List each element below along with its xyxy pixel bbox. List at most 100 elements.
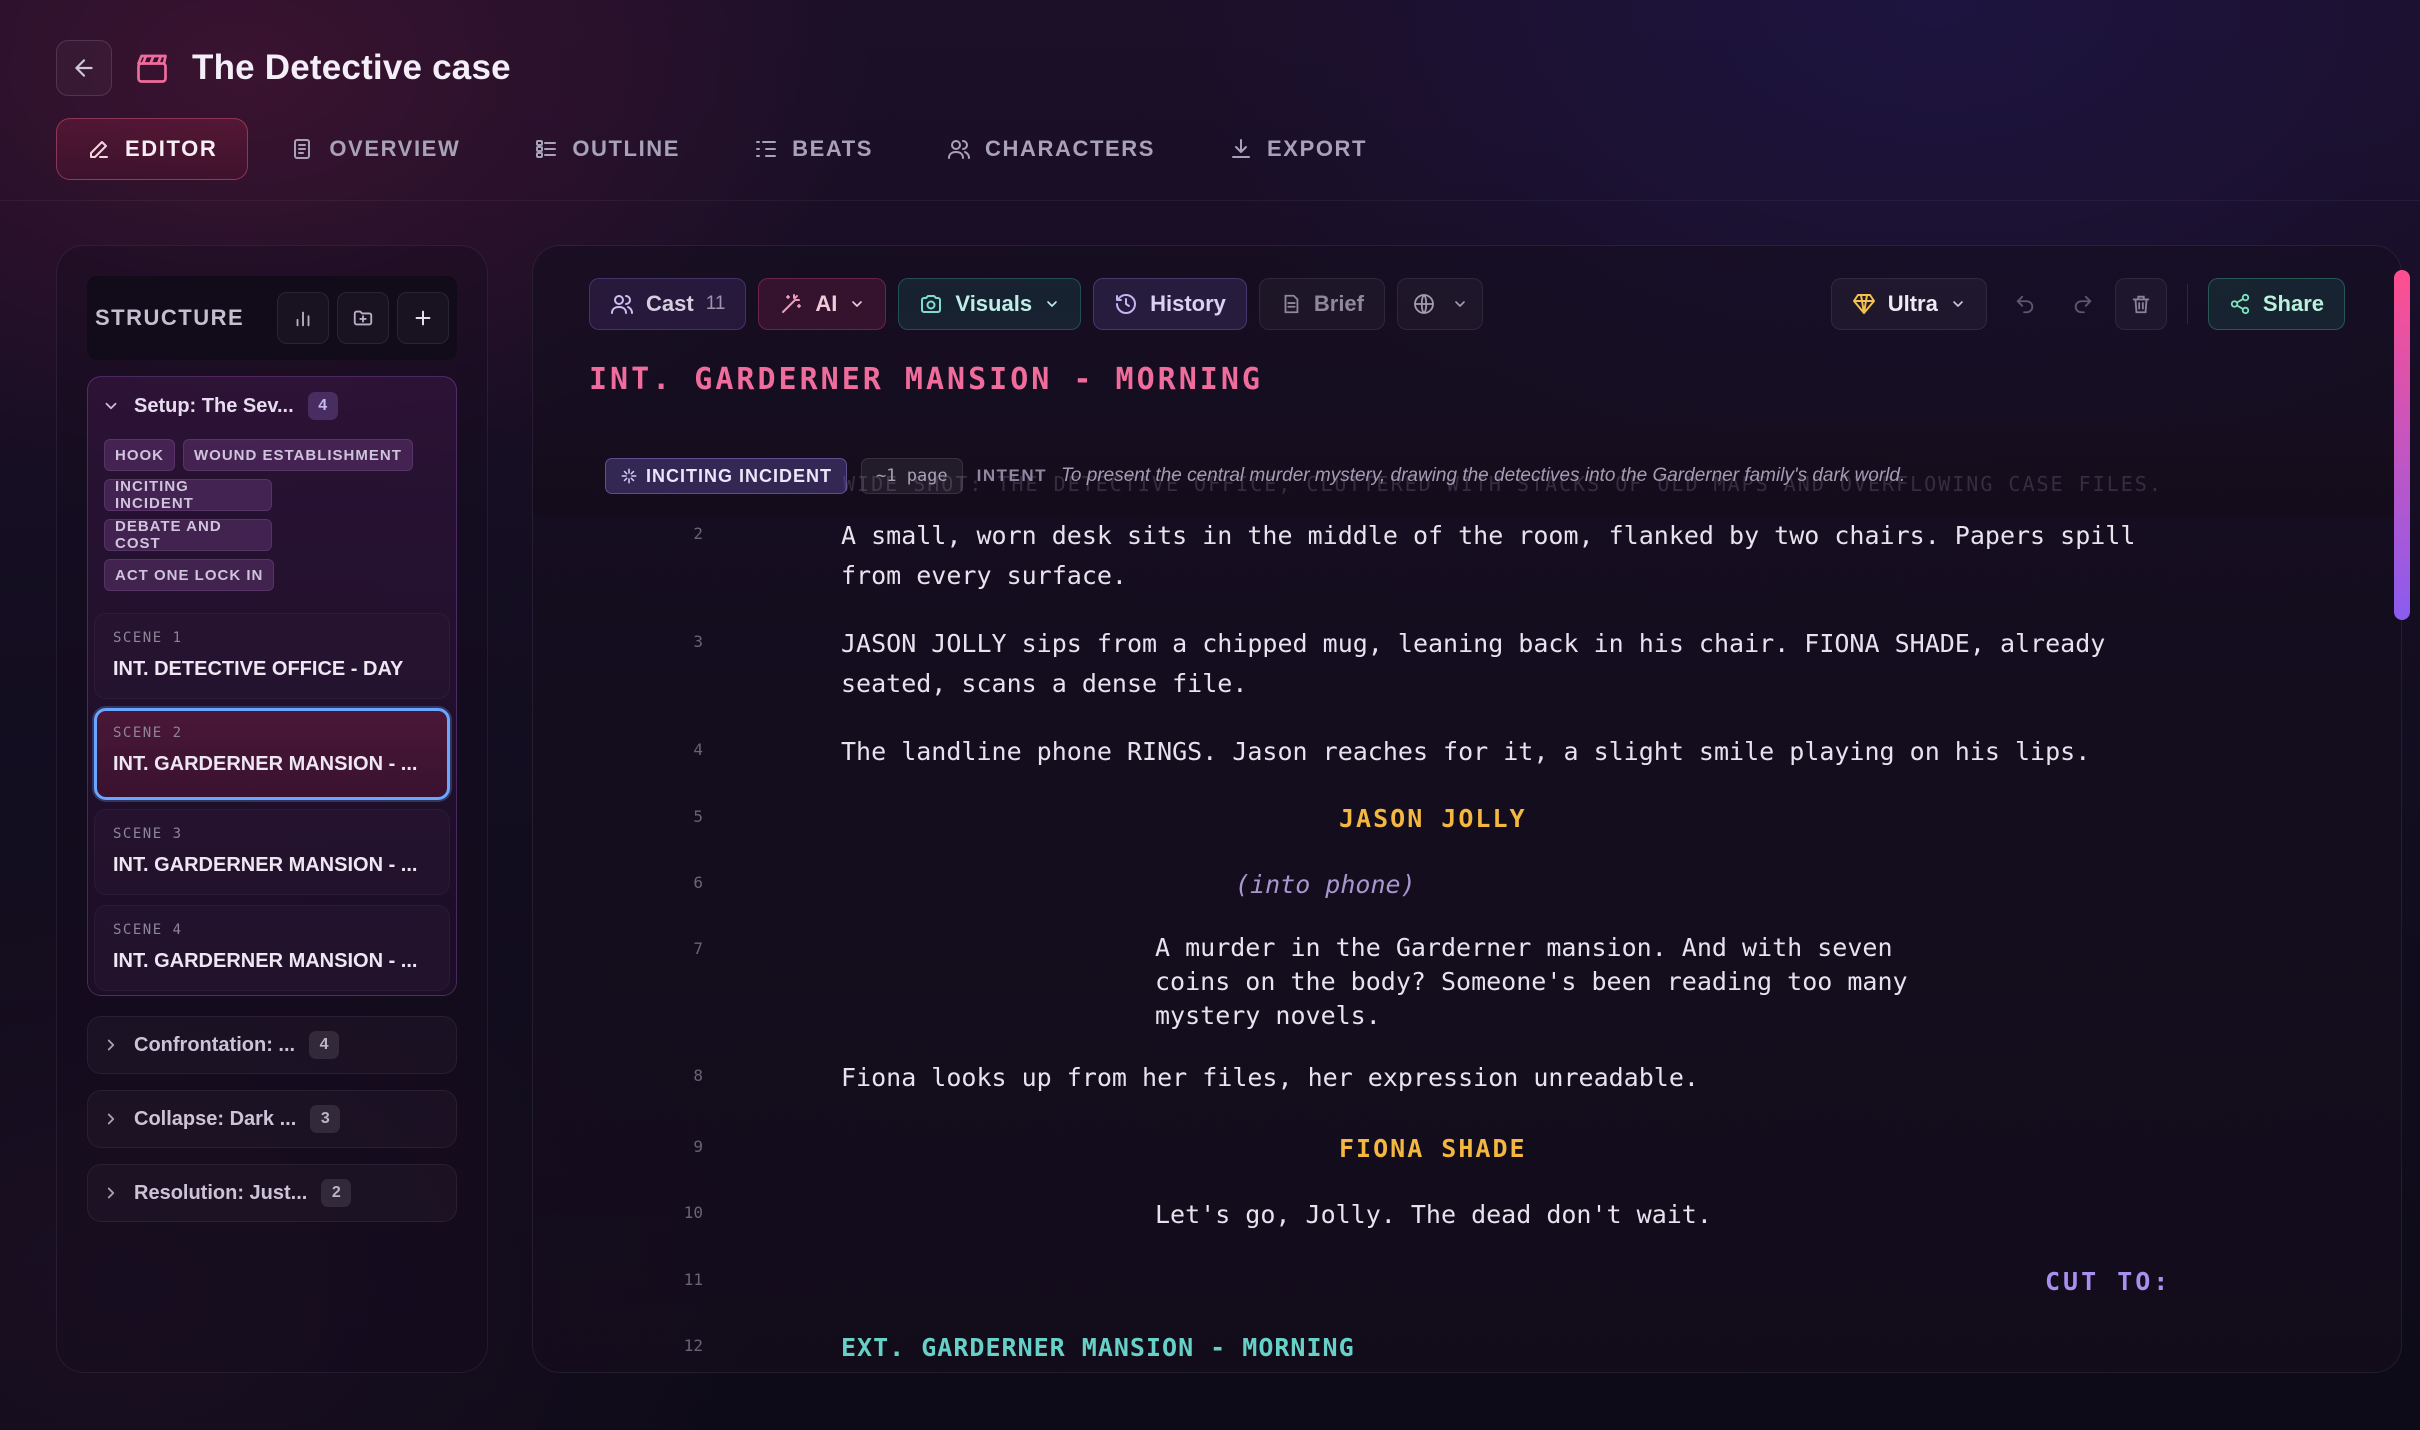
scene-title: INT. GARDERNER MANSION - ... bbox=[113, 950, 418, 972]
scene-number: SCENE 4 bbox=[113, 922, 183, 938]
scene-card[interactable]: SCENE 4 INT. GARDERNER MANSION - ... bbox=[94, 905, 450, 991]
visuals-button[interactable]: Visuals bbox=[898, 278, 1082, 330]
chevron-right-icon bbox=[107, 1187, 115, 1199]
act-group-collapse[interactable]: Collapse: Dark ... 3 bbox=[87, 1090, 457, 1148]
sparkle-icon bbox=[621, 468, 637, 484]
tab-label: OVERVIEW bbox=[329, 136, 461, 161]
undo-button[interactable] bbox=[1999, 278, 2051, 330]
ai-button[interactable]: AI bbox=[758, 278, 887, 330]
action-line[interactable]: JASON JOLLY sips from a chipped mug, lea… bbox=[841, 624, 2241, 704]
act-group-resolution[interactable]: Resolution: Just... 2 bbox=[87, 1164, 457, 1222]
beat-chip[interactable]: WOUND ESTABLISHMENT bbox=[183, 439, 413, 471]
structure-header: STRUCTURE bbox=[87, 276, 457, 360]
camera-icon bbox=[921, 295, 942, 313]
scene-intent-row: INCITING INCIDENT ~1 page INTENT To pres… bbox=[605, 458, 1905, 494]
page-title: The Detective case bbox=[192, 48, 511, 87]
redo-button[interactable] bbox=[2057, 278, 2109, 330]
folder-plus-icon bbox=[353, 310, 373, 326]
scene-count-badge: 4 bbox=[307, 392, 338, 420]
action-line[interactable]: A small, worn desk sits in the middle of… bbox=[841, 516, 2241, 596]
beat-chip[interactable]: DEBATE AND COST bbox=[104, 518, 272, 552]
action-line[interactable]: The landline phone RINGS. Jason reaches … bbox=[841, 732, 2241, 772]
visuals-label: Visuals bbox=[955, 291, 1033, 316]
back-button[interactable] bbox=[56, 40, 112, 96]
character-name[interactable]: FIONA SHADE bbox=[1339, 1129, 1527, 1169]
line-number: 11 bbox=[683, 1270, 703, 1289]
ai-label: AI bbox=[815, 291, 838, 316]
line-number: 5 bbox=[693, 807, 703, 826]
scene-heading[interactable]: INT. GARDERNER MANSION - MORNING bbox=[589, 362, 1263, 397]
scene-card[interactable]: SCENE 3 INT. GARDERNER MANSION - ... bbox=[94, 809, 450, 895]
tab-label: EDITOR bbox=[125, 136, 218, 161]
intent-text: To present the central murder mystery, d… bbox=[1061, 465, 1906, 486]
tab-overview[interactable]: OVERVIEW bbox=[260, 118, 491, 180]
tab-beats[interactable]: BEATS bbox=[723, 118, 904, 180]
beat-chip[interactable]: INCITING INCIDENT bbox=[104, 478, 272, 512]
magic-wand-icon bbox=[782, 294, 802, 313]
cast-label: Cast bbox=[646, 291, 694, 316]
editor-scrollbar[interactable] bbox=[2394, 270, 2410, 620]
clapperboard-icon bbox=[137, 54, 167, 83]
file-text-icon bbox=[1284, 294, 1299, 314]
act-group-confrontation[interactable]: Confrontation: ... 4 bbox=[87, 1016, 457, 1074]
add-folder-button[interactable] bbox=[337, 292, 389, 344]
structure-sidebar: STRUCTURE Setup: The Sev... 4 HOOK WOUND… bbox=[56, 245, 488, 1373]
redo-icon bbox=[2074, 295, 2092, 314]
scene-heading-next[interactable]: EXT. GARDERNER MANSION - MORNING bbox=[841, 1328, 1355, 1368]
action-line[interactable]: Fiona looks up from her files, her expre… bbox=[841, 1058, 2241, 1098]
users-icon bbox=[611, 295, 633, 314]
delete-button[interactable] bbox=[2114, 278, 2167, 330]
scene-title: INT. DETECTIVE OFFICE - DAY bbox=[113, 658, 404, 680]
character-name[interactable]: JASON JOLLY bbox=[1339, 799, 1527, 839]
chevron-down-icon bbox=[1953, 301, 1963, 307]
share-button[interactable]: Share bbox=[2207, 278, 2345, 330]
scene-title: INT. GARDERNER MANSION - ... bbox=[113, 753, 418, 775]
chevron-down-icon bbox=[852, 301, 863, 307]
line-number: 3 bbox=[693, 632, 703, 651]
toolbar-separator bbox=[2186, 284, 2188, 324]
transition-line[interactable]: CUT TO: bbox=[2045, 1262, 2171, 1302]
brief-label: Brief bbox=[1313, 291, 1364, 316]
stats-button[interactable] bbox=[277, 292, 329, 344]
history-icon bbox=[1116, 293, 1137, 314]
tab-export[interactable]: EXPORT bbox=[1198, 118, 1398, 180]
chevron-down-icon bbox=[1047, 301, 1057, 307]
document-icon bbox=[294, 139, 311, 159]
tab-editor[interactable]: EDITOR bbox=[56, 118, 249, 180]
brief-button[interactable]: Brief bbox=[1258, 278, 1385, 330]
act-group-title: Resolution: Just... bbox=[134, 1181, 308, 1204]
tab-outline[interactable]: OUTLINE bbox=[503, 118, 711, 180]
cast-count: 11 bbox=[705, 293, 726, 314]
beat-tag[interactable]: INCITING INCIDENT bbox=[605, 458, 847, 494]
main-tabs: EDITOR OVERVIEW OUTLINE BEATS CHARACTERS… bbox=[56, 118, 1398, 180]
add-scene-button[interactable] bbox=[397, 292, 449, 344]
download-icon bbox=[1232, 139, 1251, 158]
act-group-setup: Setup: The Sev... 4 HOOK WOUND ESTABLISH… bbox=[87, 376, 457, 996]
chevron-down-icon bbox=[105, 402, 117, 410]
scene-count-badge: 3 bbox=[310, 1105, 341, 1133]
dialogue-line[interactable]: A murder in the Garderner mansion. And w… bbox=[1155, 931, 1955, 1033]
dialogue-line[interactable]: Let's go, Jolly. The dead don't wait. bbox=[1155, 1195, 1955, 1235]
tab-characters[interactable]: CHARACTERS bbox=[916, 118, 1186, 180]
chevron-down-icon bbox=[1455, 301, 1465, 307]
language-button[interactable] bbox=[1397, 278, 1483, 330]
parenthetical[interactable]: (into phone) bbox=[1235, 865, 1416, 905]
act-group-title: Setup: The Sev... bbox=[134, 394, 294, 417]
model-tier-dropdown[interactable]: Ultra bbox=[1830, 278, 1987, 330]
scene-card-selected[interactable]: SCENE 2 INT. GARDERNER MANSION - ... bbox=[94, 708, 450, 800]
structure-label: STRUCTURE bbox=[95, 305, 245, 330]
beat-chip[interactable]: HOOK bbox=[104, 439, 175, 471]
act-group-title: Confrontation: ... bbox=[134, 1033, 296, 1056]
beat-chip[interactable]: ACT ONE LOCK IN bbox=[104, 559, 275, 591]
beat-tag-label: INCITING INCIDENT bbox=[646, 465, 832, 486]
tab-label: OUTLINE bbox=[572, 136, 681, 161]
bar-chart-icon bbox=[296, 311, 310, 327]
cast-button[interactable]: Cast 11 bbox=[589, 278, 747, 330]
history-button[interactable]: History bbox=[1093, 278, 1247, 330]
act-group-header[interactable]: Setup: The Sev... 4 bbox=[88, 377, 456, 435]
scene-card[interactable]: SCENE 1 INT. DETECTIVE OFFICE - DAY bbox=[94, 613, 450, 699]
pencil-icon bbox=[90, 141, 108, 158]
line-number: 6 bbox=[693, 873, 703, 892]
tab-label: CHARACTERS bbox=[985, 136, 1156, 161]
line-number: 2 bbox=[693, 524, 703, 543]
